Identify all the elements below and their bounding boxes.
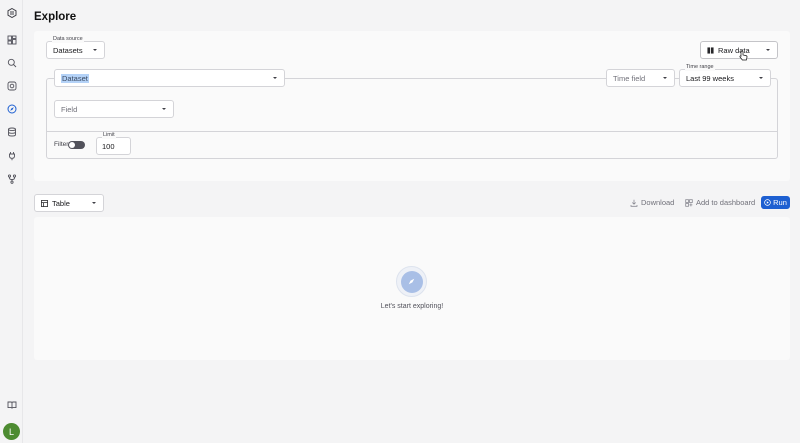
limit-input[interactable]: Limit 100	[96, 132, 131, 155]
add-to-dashboard-button[interactable]: Add to dashboard	[685, 198, 755, 207]
result-view-select[interactable]: Table	[34, 194, 104, 212]
field-select[interactable]: Field	[54, 100, 174, 118]
data-source-select[interactable]: Data source Datasets	[46, 36, 105, 59]
play-icon	[764, 199, 771, 206]
data-source-label: Data source	[52, 36, 84, 43]
dataset-select[interactable]: Dataset	[54, 69, 285, 87]
time-range-select[interactable]: Time range Last 99 weeks	[679, 64, 771, 87]
database-icon[interactable]	[6, 126, 17, 137]
download-button[interactable]: Download	[630, 198, 674, 207]
empty-state-message: Let's start exploring!	[380, 303, 444, 310]
limit-label: Limit	[102, 132, 116, 139]
compass-icon	[400, 270, 423, 293]
table-icon	[41, 199, 48, 207]
limit-value: 100	[102, 141, 115, 151]
time-field-select[interactable]: Time field	[606, 69, 675, 87]
time-range-label: Time range	[685, 64, 715, 71]
chevron-down-icon	[766, 49, 770, 51]
chevron-down-icon	[93, 49, 97, 51]
download-icon	[630, 199, 638, 207]
field-placeholder: Field	[61, 104, 78, 114]
chevron-down-icon	[92, 202, 96, 204]
empty-state-icon	[396, 266, 427, 297]
plug-icon[interactable]	[6, 150, 17, 161]
filter-toggle[interactable]	[68, 141, 85, 149]
search-icon[interactable]	[6, 57, 17, 68]
avatar[interactable]: L	[3, 423, 20, 440]
data-source-value: Datasets	[53, 45, 83, 55]
columns-icon	[707, 46, 714, 54]
explore-compass-icon[interactable]	[6, 103, 17, 114]
time-field-placeholder: Time field	[613, 73, 646, 83]
chevron-down-icon	[162, 108, 166, 110]
result-view-value: Table	[52, 198, 70, 208]
hand-cursor-icon	[739, 50, 748, 61]
run-label: Run	[773, 198, 787, 207]
query-builder	[46, 78, 778, 159]
book-icon[interactable]	[6, 399, 17, 410]
logo-icon[interactable]	[6, 7, 17, 18]
chevron-down-icon	[273, 77, 277, 79]
camera-icon[interactable]	[6, 80, 17, 91]
chevron-down-icon	[663, 77, 667, 79]
branch-icon[interactable]	[6, 173, 17, 184]
time-range-value: Last 99 weeks	[686, 73, 734, 83]
chevron-down-icon	[759, 77, 763, 79]
dashboard-add-icon	[685, 198, 693, 207]
dataset-placeholder: Dataset	[61, 73, 89, 83]
run-button[interactable]: Run	[761, 196, 790, 209]
divider	[46, 131, 778, 132]
filter-label: Filter	[54, 141, 69, 148]
page-title: Explore	[34, 11, 77, 23]
dashboard-icon[interactable]	[6, 34, 17, 45]
download-label: Download	[641, 198, 675, 207]
sidebar: L	[0, 0, 23, 443]
add-to-dashboard-label: Add to dashboard	[696, 198, 756, 207]
